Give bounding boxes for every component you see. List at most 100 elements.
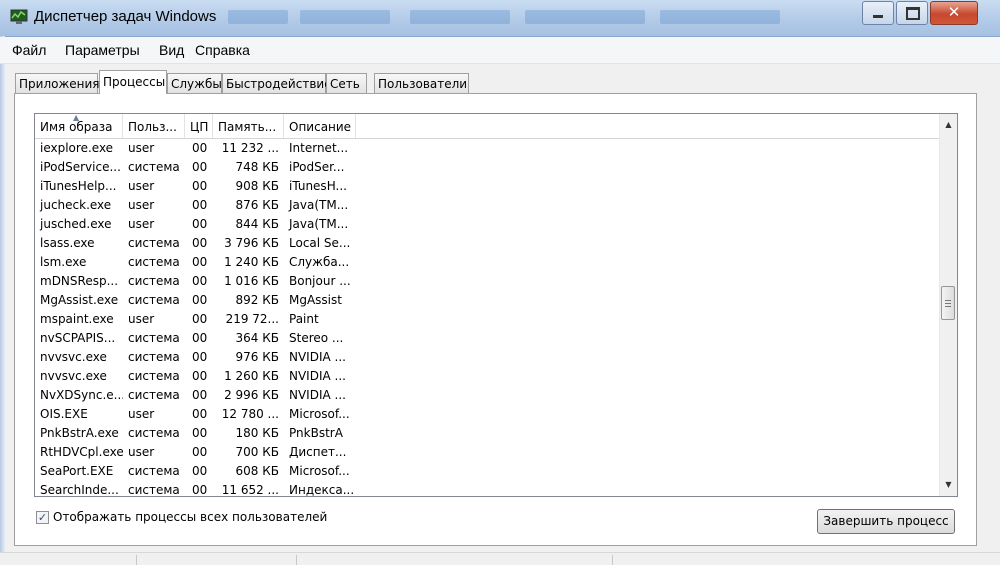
cell-memory: 608 КБ (235, 464, 279, 478)
cell-memory: 976 КБ (235, 350, 279, 364)
table-row[interactable]: RtHDVCpl.exe user 00 700 КБ Диспет... (35, 443, 939, 462)
cell-cpu: 00 (192, 141, 208, 155)
cell-description: PnkBstrA (289, 426, 343, 440)
cell-memory: 1 240 КБ (224, 255, 279, 269)
cell-description: Internet... (289, 141, 349, 155)
cell-image-name: lsass.exe (40, 236, 95, 250)
column-header-cpu[interactable]: ЦП (185, 114, 213, 138)
cell-memory: 11 232 ... (221, 141, 279, 155)
cell-description: Microsof... (289, 464, 350, 478)
table-row[interactable]: mspaint.exe user 00 219 72... Paint (35, 310, 939, 329)
cell-memory: 3 796 КБ (224, 236, 279, 250)
cell-user: user (128, 141, 155, 155)
cell-description: Java(TM... (289, 217, 349, 231)
table-row[interactable]: jucheck.exe user 00 876 КБ Java(TM... (35, 196, 939, 215)
cell-user: user (128, 179, 155, 193)
cell-user: user (128, 312, 155, 326)
cell-cpu: 00 (192, 445, 208, 459)
table-row[interactable]: mDNSResp... система 00 1 016 КБ Bonjour ... (35, 272, 939, 291)
cell-cpu: 00 (192, 160, 208, 174)
tab-network[interactable]: Сеть (326, 73, 367, 93)
cell-description: NVIDIA ... (289, 350, 346, 364)
table-row[interactable]: iexplore.exe user 00 11 232 ... Internet... (35, 139, 939, 158)
vertical-scrollbar[interactable]: ▲ ▼ (939, 114, 957, 496)
menu-options[interactable]: Параметры (65, 42, 140, 58)
menu-file[interactable]: Файл (12, 42, 46, 58)
table-row[interactable]: SearchInde... система 00 11 652 ... Индекса.… (35, 481, 939, 497)
show-all-users-label[interactable]: Отображать процессы всех пользователей (53, 510, 327, 524)
background-blur (660, 10, 780, 24)
cell-cpu: 00 (192, 179, 208, 193)
process-list[interactable]: ▲ Имя образа Польз... ЦП Память... Описа… (34, 113, 958, 497)
menu-view[interactable]: Вид (159, 42, 184, 58)
task-manager-icon (10, 9, 28, 24)
cell-description: MgAssist (289, 293, 342, 307)
table-row[interactable]: MgAssist.exe система 00 892 КБ MgAssist (35, 291, 939, 310)
close-button[interactable]: ✕ (930, 1, 978, 25)
cell-cpu: 00 (192, 369, 208, 383)
table-row[interactable]: lsass.exe система 00 3 796 КБ Local Se... (35, 234, 939, 253)
menu-help[interactable]: Справка (195, 42, 250, 58)
cell-user: система (128, 160, 180, 174)
table-row[interactable]: SeaPort.EXE система 00 608 КБ Microsof... (35, 462, 939, 481)
cell-cpu: 00 (192, 274, 208, 288)
column-header-description[interactable]: Описание (284, 114, 356, 138)
end-process-button[interactable]: Завершить процесс (817, 509, 955, 534)
table-row[interactable]: jusched.exe user 00 844 КБ Java(TM... (35, 215, 939, 234)
table-row[interactable]: nvSCPAPIS... система 00 364 КБ Stereo ... (35, 329, 939, 348)
cell-image-name: nvvsvc.exe (40, 350, 107, 364)
table-row[interactable]: nvvsvc.exe система 00 1 260 КБ NVIDIA ... (35, 367, 939, 386)
tab-processes[interactable]: Процессы (99, 70, 167, 94)
table-row[interactable]: lsm.exe система 00 1 240 КБ Служба... (35, 253, 939, 272)
cell-description: NVIDIA ... (289, 369, 346, 383)
cell-image-name: mDNSResp... (40, 274, 119, 288)
cell-memory: 180 КБ (235, 426, 279, 440)
column-header-image-name[interactable]: ▲ Имя образа (35, 114, 123, 138)
close-icon: ✕ (947, 3, 961, 21)
table-row[interactable]: PnkBstrA.exe система 00 180 КБ PnkBstrA (35, 424, 939, 443)
cell-user: система (128, 331, 180, 345)
cell-user: система (128, 293, 180, 307)
minimize-button[interactable] (862, 1, 894, 25)
cell-cpu: 00 (192, 483, 208, 497)
cell-user: система (128, 426, 180, 440)
scroll-up-icon[interactable]: ▲ (940, 116, 957, 133)
cell-image-name: OIS.EXE (40, 407, 88, 421)
table-row[interactable]: nvvsvc.exe система 00 976 КБ NVIDIA ... (35, 348, 939, 367)
scroll-thumb[interactable] (941, 286, 955, 320)
table-row[interactable]: iPodService... система 00 748 КБ iPodSer... (35, 158, 939, 177)
cell-memory: 700 КБ (235, 445, 279, 459)
tab-services[interactable]: Службы (167, 73, 222, 93)
tab-applications[interactable]: Приложения (15, 73, 100, 93)
status-bar (0, 552, 1000, 565)
cell-description: iTunesH... (289, 179, 347, 193)
show-all-users-checkbox[interactable]: ✓ (36, 511, 49, 524)
table-row[interactable]: NvXDSync.e... система 00 2 996 КБ NVIDIA ... (35, 386, 939, 405)
maximize-button[interactable] (896, 1, 928, 25)
cell-image-name: iPodService... (40, 160, 121, 174)
scroll-down-icon[interactable]: ▼ (940, 476, 957, 493)
cell-memory: 908 КБ (235, 179, 279, 193)
column-header-memory[interactable]: Память... (213, 114, 284, 138)
cell-memory: 219 72... (225, 312, 279, 326)
cell-description: Диспет... (289, 445, 347, 459)
cell-description: Stereo ... (289, 331, 344, 345)
tab-performance[interactable]: Быстродействие (222, 73, 332, 93)
background-blur (525, 10, 645, 24)
cell-cpu: 00 (192, 236, 208, 250)
column-header-user[interactable]: Польз... (123, 114, 185, 138)
cell-user: система (128, 464, 180, 478)
background-blur (410, 10, 510, 24)
cell-user: система (128, 369, 180, 383)
table-row[interactable]: iTunesHelp... user 00 908 КБ iTunesH... (35, 177, 939, 196)
cell-cpu: 00 (192, 293, 208, 307)
cell-image-name: SearchInde... (40, 483, 119, 497)
cell-user: user (128, 445, 155, 459)
menu-bar: Файл Параметры Вид Справка (0, 37, 1000, 64)
cell-user: user (128, 217, 155, 231)
cell-image-name: jusched.exe (40, 217, 112, 231)
tab-users[interactable]: Пользователи (374, 73, 469, 93)
cell-cpu: 00 (192, 426, 208, 440)
table-row[interactable]: OIS.EXE user 00 12 780 ... Microsof... (35, 405, 939, 424)
cell-cpu: 00 (192, 350, 208, 364)
